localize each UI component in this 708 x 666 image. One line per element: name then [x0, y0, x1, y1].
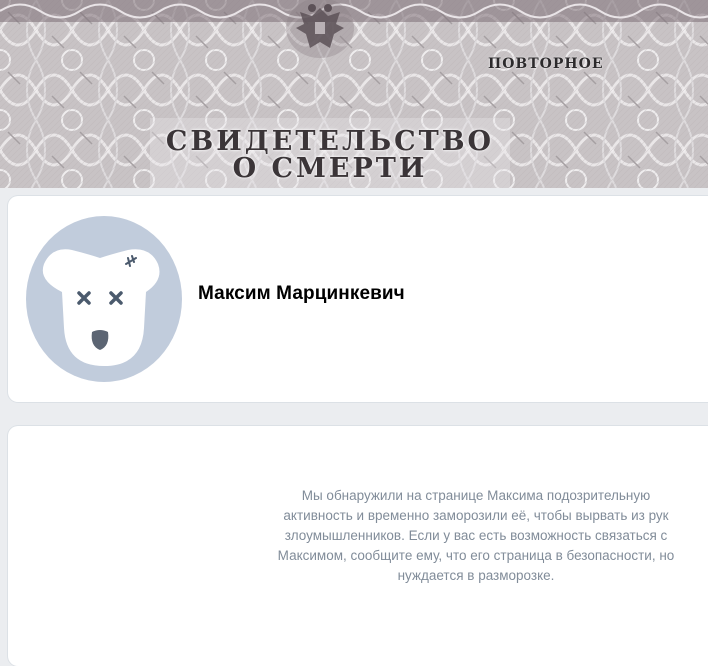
cover-title-line2: О СМЕРТИ: [232, 153, 428, 184]
profile-cover: ПОВТОРНОЕ СВИДЕТЕЛЬСТВО О СМЕРТИ: [0, 0, 708, 188]
double-headed-eagle-icon: [286, 0, 354, 58]
frozen-page-notice-text: Мы обнаружили на странице Максима подозр…: [277, 488, 675, 583]
profile-name: Максим Марцинкевич: [198, 283, 405, 304]
dead-dog-avatar-icon[interactable]: [26, 216, 182, 382]
cover-stamp-text: ПОВТОРНОЕ: [488, 56, 604, 72]
profile-header-card: Максим Марцинкевич: [8, 196, 708, 402]
frozen-page-notice-card: Мы обнаружили на странице Максима подозр…: [8, 426, 708, 666]
